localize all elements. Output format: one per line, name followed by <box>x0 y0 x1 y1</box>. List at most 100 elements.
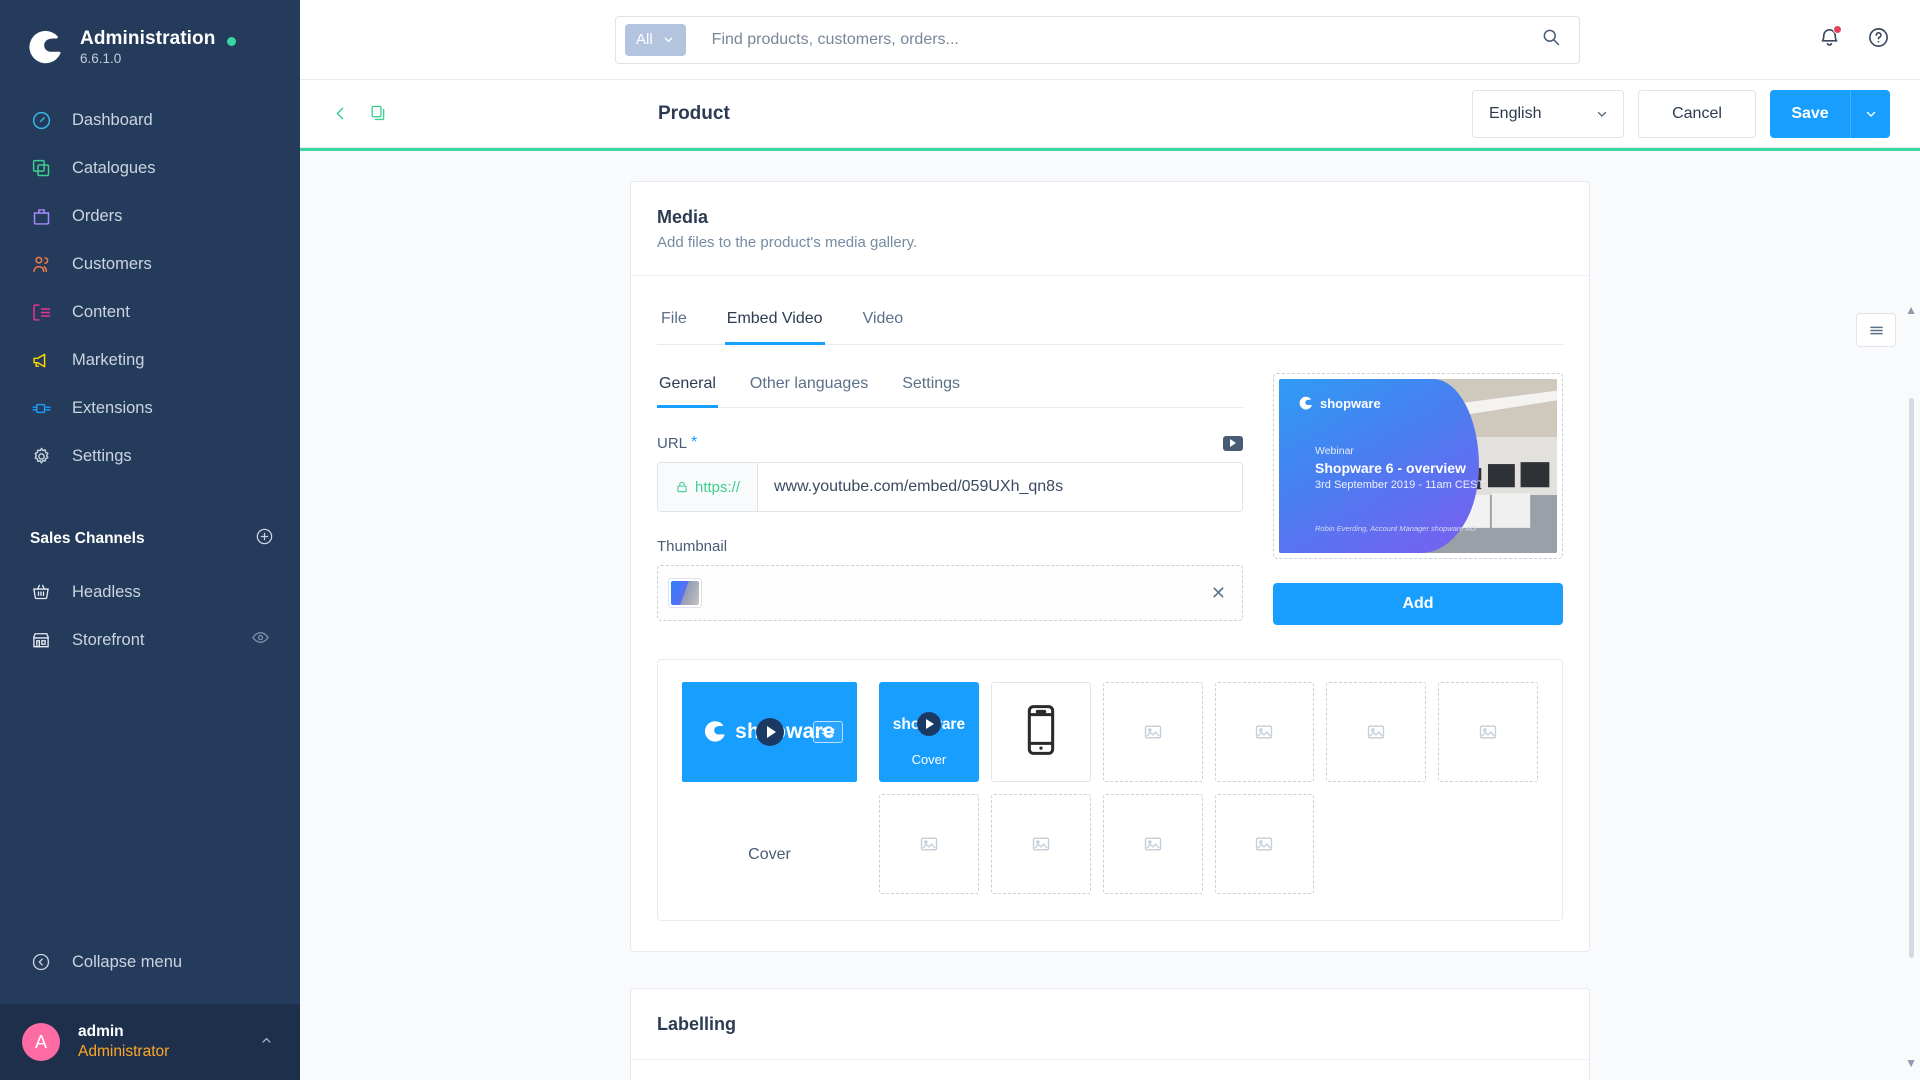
sidebar-item-orders[interactable]: Orders <box>0 192 300 240</box>
sidebar-item-settings[interactable]: Settings <box>0 432 300 480</box>
top-bar: All <box>300 0 1920 80</box>
gallery-tile-badge: Cover <box>911 752 947 767</box>
bell-icon[interactable] <box>1818 24 1842 54</box>
close-icon[interactable]: ✕ <box>1211 584 1226 602</box>
user-role: Administrator <box>78 1043 170 1060</box>
thumbnail-label: Thumbnail <box>657 538 728 555</box>
gallery-tile-empty[interactable] <box>1102 682 1203 782</box>
chevron-left-circle-icon <box>30 951 52 973</box>
question-circle-icon[interactable] <box>1867 26 1890 54</box>
gallery-tile-empty[interactable] <box>879 794 979 894</box>
user-name: admin <box>78 1023 124 1040</box>
search-box: All <box>615 15 1580 64</box>
lock-icon <box>677 481 687 493</box>
tab-embed-video[interactable]: Embed Video <box>724 304 825 345</box>
bag-icon <box>30 205 52 227</box>
subtab-settings[interactable]: Settings <box>900 373 962 408</box>
sidebar-item-content[interactable]: Content <box>0 288 300 336</box>
image-placeholder-icon <box>1368 725 1385 739</box>
sidebar-nav: Dashboard Catalogues Orders Customers Co… <box>0 96 300 480</box>
gallery-tile-empty[interactable] <box>1326 682 1427 782</box>
image-placeholder-icon <box>1256 725 1273 739</box>
copy-icon <box>30 157 52 179</box>
labelling-card: Labelling Release date GTIN/EAN Manufact… <box>630 988 1590 1080</box>
sidebar-item-dashboard[interactable]: Dashboard <box>0 96 300 144</box>
gauge-icon <box>30 109 52 131</box>
status-dot <box>227 36 237 46</box>
tab-video[interactable]: Video <box>861 304 906 345</box>
save-button[interactable]: Save <box>1770 89 1850 138</box>
gallery-tile-empty[interactable] <box>990 794 1091 894</box>
back-button[interactable] <box>325 98 356 129</box>
plug-icon <box>30 397 52 419</box>
embed-preview-panel: shopware Webinar Shopware 6 - overview 3… <box>1273 373 1563 625</box>
gallery-tile-empty[interactable] <box>1438 682 1538 782</box>
scroll-down-arrow[interactable]: ▼ <box>1905 1056 1917 1070</box>
search-input[interactable] <box>685 30 1541 49</box>
shopware-logo-icon <box>705 721 725 742</box>
gallery-tile-phone[interactable] <box>990 682 1091 782</box>
sales-channels-list: Headless Storefront <box>0 568 300 664</box>
subtab-general[interactable]: General <box>657 373 718 408</box>
gallery-tile-empty[interactable] <box>1214 794 1315 894</box>
gallery-tile-empty[interactable] <box>1102 794 1203 894</box>
search-icon[interactable] <box>1541 27 1561 52</box>
play-icon[interactable] <box>916 712 941 737</box>
sidebar-item-label: Settings <box>72 446 132 465</box>
sidebar-item-headless[interactable]: Headless <box>0 568 300 616</box>
cover-tile[interactable]: shopware <box>682 682 857 782</box>
search-scope-label: All <box>636 31 653 48</box>
sidebar-item-customers[interactable]: Customers <box>0 240 300 288</box>
global-search: All <box>615 15 1580 64</box>
save-options-button[interactable] <box>1850 89 1890 138</box>
notification-badge <box>1833 24 1842 34</box>
gallery-tile-empty[interactable] <box>1214 682 1315 782</box>
add-button[interactable]: Add <box>1273 583 1563 625</box>
list-menu-icon[interactable] <box>1856 313 1896 347</box>
preview-credit: Robin Everding, Account Manager shopware… <box>1315 524 1477 533</box>
cancel-button[interactable]: Cancel <box>1638 89 1756 138</box>
duplicate-icon <box>371 105 385 121</box>
preview-date: 3rd September 2019 - 11am CEST <box>1315 479 1485 491</box>
play-icon[interactable] <box>755 718 784 746</box>
sidebar-item-extensions[interactable]: Extensions <box>0 384 300 432</box>
eye-icon[interactable] <box>251 628 270 652</box>
layers-icon[interactable] <box>813 721 843 743</box>
page-title: Product <box>658 102 730 124</box>
url-input[interactable] <box>758 463 1242 511</box>
image-placeholder-icon <box>1032 837 1049 851</box>
image-placeholder-icon <box>920 837 938 851</box>
scrollbar[interactable]: ▲ ▼ <box>1905 303 1917 1070</box>
store-icon <box>30 629 52 651</box>
labelling-card-title: Labelling <box>657 1014 737 1034</box>
content-area: ▲ ▼ Media Add files to the product's med… <box>300 151 1920 1080</box>
scroll-up-arrow[interactable]: ▲ <box>1905 303 1917 317</box>
collapse-menu-button[interactable]: Collapse menu <box>0 940 300 984</box>
subtab-other-languages[interactable]: Other languages <box>748 373 870 408</box>
image-placeholder-icon <box>1144 725 1161 739</box>
video-preview-frame: shopware Webinar Shopware 6 - overview 3… <box>1273 373 1563 559</box>
plus-circle-icon[interactable] <box>255 527 274 551</box>
preview-logo-text: shopware <box>1320 396 1381 411</box>
media-card-subtitle: Add files to the product's media gallery… <box>657 234 918 251</box>
sidebar-item-marketing[interactable]: Marketing <box>0 336 300 384</box>
tab-file[interactable]: File <box>659 304 689 345</box>
language-select-value: English <box>1489 104 1542 122</box>
required-marker: * <box>691 434 698 451</box>
smartphone-icon <box>1027 704 1055 761</box>
search-scope-selector[interactable]: All <box>625 23 686 56</box>
user-menu[interactable]: A admin Administrator <box>0 1004 300 1080</box>
sidebar-item-label: Catalogues <box>72 158 156 177</box>
duplicate-button[interactable] <box>363 98 394 129</box>
sidebar-item-catalogues[interactable]: Catalogues <box>0 144 300 192</box>
save-button-group: Save <box>1770 89 1890 138</box>
sidebar-brand[interactable]: Administration 6.6.1.0 <box>0 0 300 74</box>
sidebar-item-label: Customers <box>72 254 152 273</box>
gallery-tile-video[interactable]: shopware Cover <box>879 682 979 782</box>
language-select[interactable]: English <box>1472 89 1624 138</box>
thumbnail-dropzone[interactable]: ✕ <box>657 565 1243 621</box>
sidebar-item-storefront[interactable]: Storefront <box>0 616 300 664</box>
sidebar-item-label: Marketing <box>72 350 145 369</box>
scrollbar-thumb[interactable] <box>1908 398 1914 958</box>
youtube-icon[interactable] <box>1223 435 1243 451</box>
